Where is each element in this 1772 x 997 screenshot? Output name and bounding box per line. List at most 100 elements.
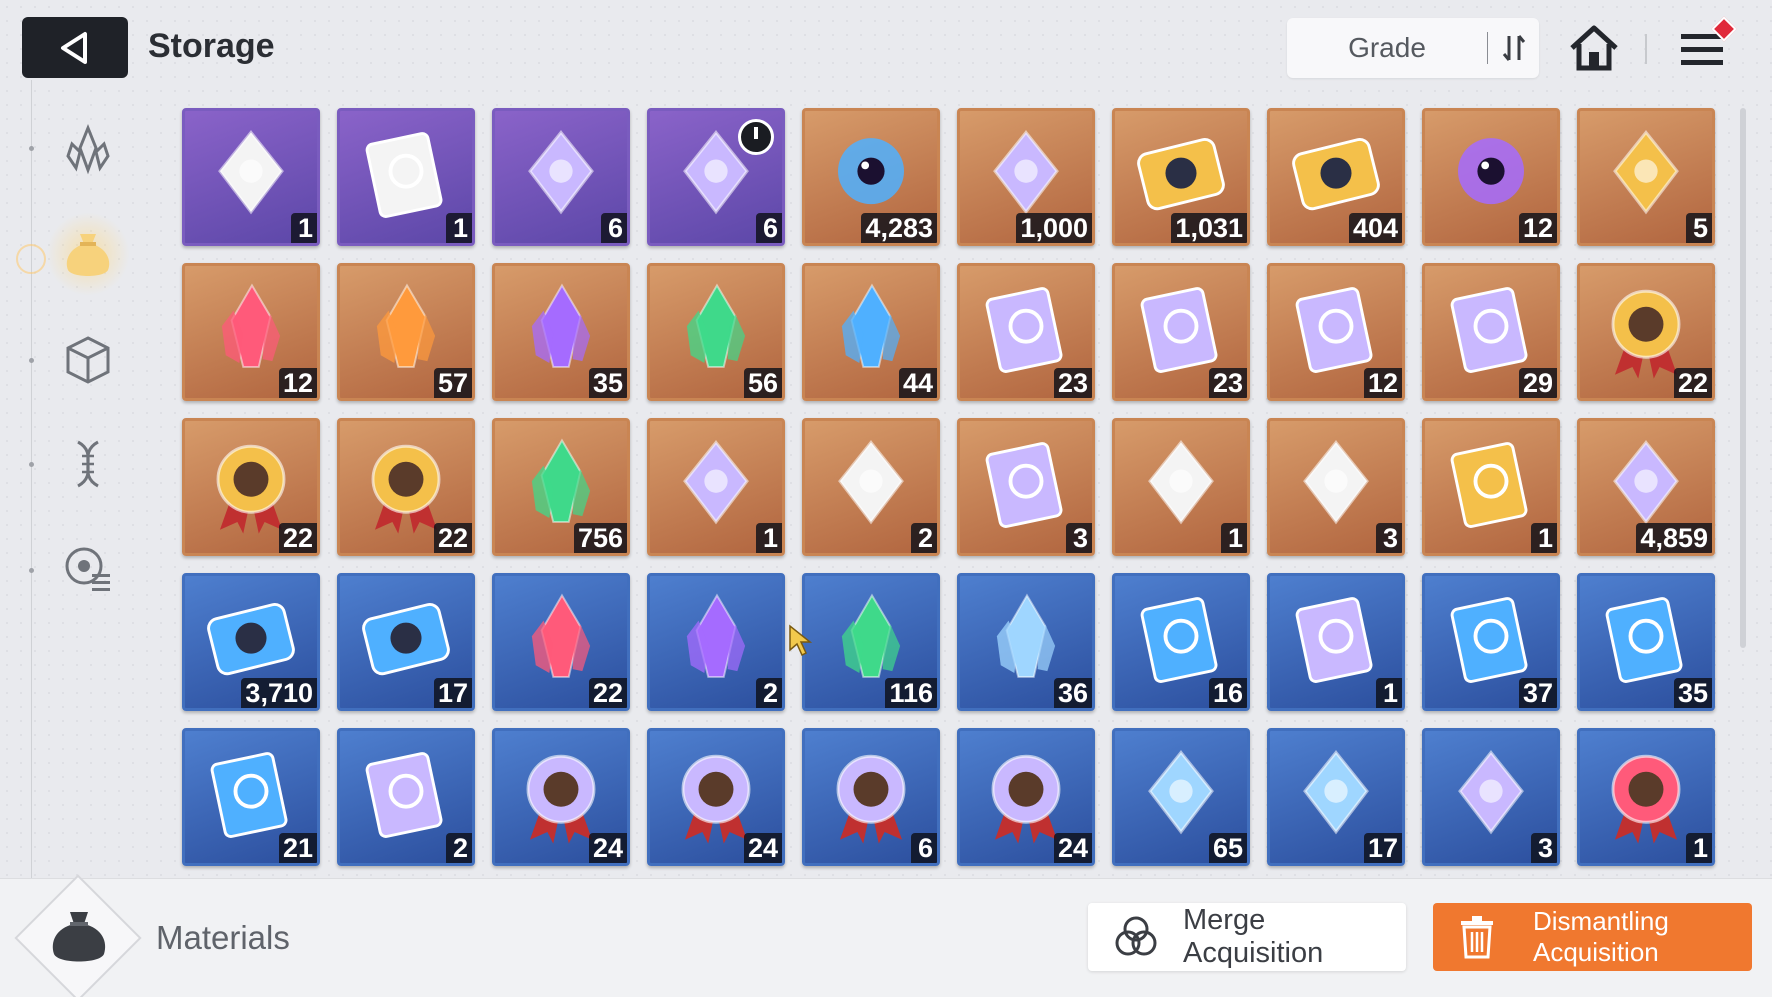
merge-acquisition-button[interactable]: Merge Acquisition [1088,903,1406,971]
item-tile[interactable]: 3 [1267,418,1405,556]
sort-order-toggle[interactable] [1488,32,1539,64]
crystal-shards-icon [66,123,110,175]
item-tile[interactable]: 44 [802,263,940,401]
item-count: 22 [588,678,627,708]
item-count: 35 [1673,678,1712,708]
item-count: 36 [1053,678,1092,708]
item-tile[interactable]: 16 [1112,573,1250,711]
item-tile[interactable]: 1 [1267,573,1405,711]
item-tile[interactable]: 5 [1577,108,1715,246]
item-tile[interactable]: 22 [1577,263,1715,401]
item-count: 24 [588,833,627,863]
item-count: 2 [756,678,782,708]
back-button[interactable] [22,17,128,78]
sort-grade-label[interactable]: Grade [1287,32,1487,64]
item-tile[interactable]: 6 [802,728,940,866]
item-tile[interactable]: 1 [182,108,320,246]
timer-icon [738,119,774,155]
item-tile[interactable]: 23 [1112,263,1250,401]
item-count: 29 [1518,368,1557,398]
rail-item-genes[interactable] [56,432,120,496]
item-count: 12 [278,368,317,398]
item-tile[interactable]: 65 [1112,728,1250,866]
item-tile[interactable]: 1,000 [957,108,1095,246]
item-tile[interactable]: 22 [337,418,475,556]
item-count: 65 [1208,833,1247,863]
rail-item-materials[interactable] [46,212,130,296]
item-tile[interactable]: 1 [337,108,475,246]
item-tile[interactable]: 17 [1267,728,1405,866]
item-count: 1 [756,523,782,553]
item-count: 21 [278,833,317,863]
item-tile[interactable]: 35 [1577,573,1715,711]
item-tile[interactable]: 1 [1577,728,1715,866]
item-count: 3 [1531,833,1557,863]
cube-icon [66,336,110,384]
item-tile[interactable]: 12 [1267,263,1405,401]
item-count: 1 [1221,523,1247,553]
item-count: 44 [898,368,937,398]
trash-icon [1461,916,1493,959]
item-tile[interactable]: 37 [1422,573,1560,711]
item-tile[interactable]: 1 [647,418,785,556]
rail-tick [29,358,34,363]
item-tile[interactable]: 24 [492,728,630,866]
item-tile[interactable]: 22 [182,418,320,556]
item-count: 3 [1066,523,1092,553]
dismantling-acquisition-button[interactable]: Dismantling Acquisition [1433,903,1752,971]
item-count: 6 [756,213,782,243]
rail-tick [29,568,34,573]
dna-icon [77,440,99,488]
item-tile[interactable]: 56 [647,263,785,401]
item-tile[interactable]: 24 [647,728,785,866]
item-tile[interactable]: 57 [337,263,475,401]
item-tile[interactable]: 3,710 [182,573,320,711]
pouch-icon [66,234,110,276]
home-button[interactable] [1566,20,1622,76]
item-tile[interactable]: 1 [1112,418,1250,556]
rail-line [31,80,32,880]
item-tile[interactable]: 2 [337,728,475,866]
item-tile[interactable]: 23 [957,263,1095,401]
item-count: 6 [911,833,937,863]
rail-item-boxes[interactable] [56,328,120,392]
item-tile[interactable]: 17 [337,573,475,711]
item-tile[interactable]: 24 [957,728,1095,866]
item-tile[interactable]: 116 [802,573,940,711]
item-count: 23 [1053,368,1092,398]
item-tile[interactable]: 3 [957,418,1095,556]
item-count: 37 [1518,678,1557,708]
rail-item-equipment[interactable] [56,118,120,182]
category-label: Materials [156,919,290,956]
rail-item-skills[interactable] [56,536,120,600]
pouch-icon [52,912,106,962]
scrollbar[interactable] [1740,108,1746,648]
item-tile[interactable]: 12 [182,263,320,401]
toolbar-separator [1645,34,1647,64]
item-tile[interactable]: 22 [492,573,630,711]
item-tile[interactable]: 404 [1267,108,1405,246]
item-tile[interactable]: 36 [957,573,1095,711]
item-count: 17 [433,678,472,708]
item-tile[interactable]: 2 [647,573,785,711]
item-tile[interactable]: 4,859 [1577,418,1715,556]
item-tile[interactable]: 29 [1422,263,1560,401]
item-count: 35 [588,368,627,398]
item-count: 404 [1348,213,1402,243]
item-tile[interactable]: 2 [802,418,940,556]
item-tile[interactable]: 756 [492,418,630,556]
rail-tick [29,146,34,151]
item-tile[interactable]: 1 [1422,418,1560,556]
item-tile[interactable]: 6 [492,108,630,246]
item-tile[interactable]: 6 [647,108,785,246]
item-tile[interactable]: 12 [1422,108,1560,246]
item-tile[interactable]: 4,283 [802,108,940,246]
item-tile[interactable]: 21 [182,728,320,866]
sort-control[interactable]: Grade [1287,18,1539,78]
item-count: 5 [1686,213,1712,243]
item-tile[interactable]: 1,031 [1112,108,1250,246]
item-tile[interactable]: 35 [492,263,630,401]
item-tile[interactable]: 3 [1422,728,1560,866]
item-count: 2 [446,833,472,863]
item-count: 756 [573,523,627,553]
